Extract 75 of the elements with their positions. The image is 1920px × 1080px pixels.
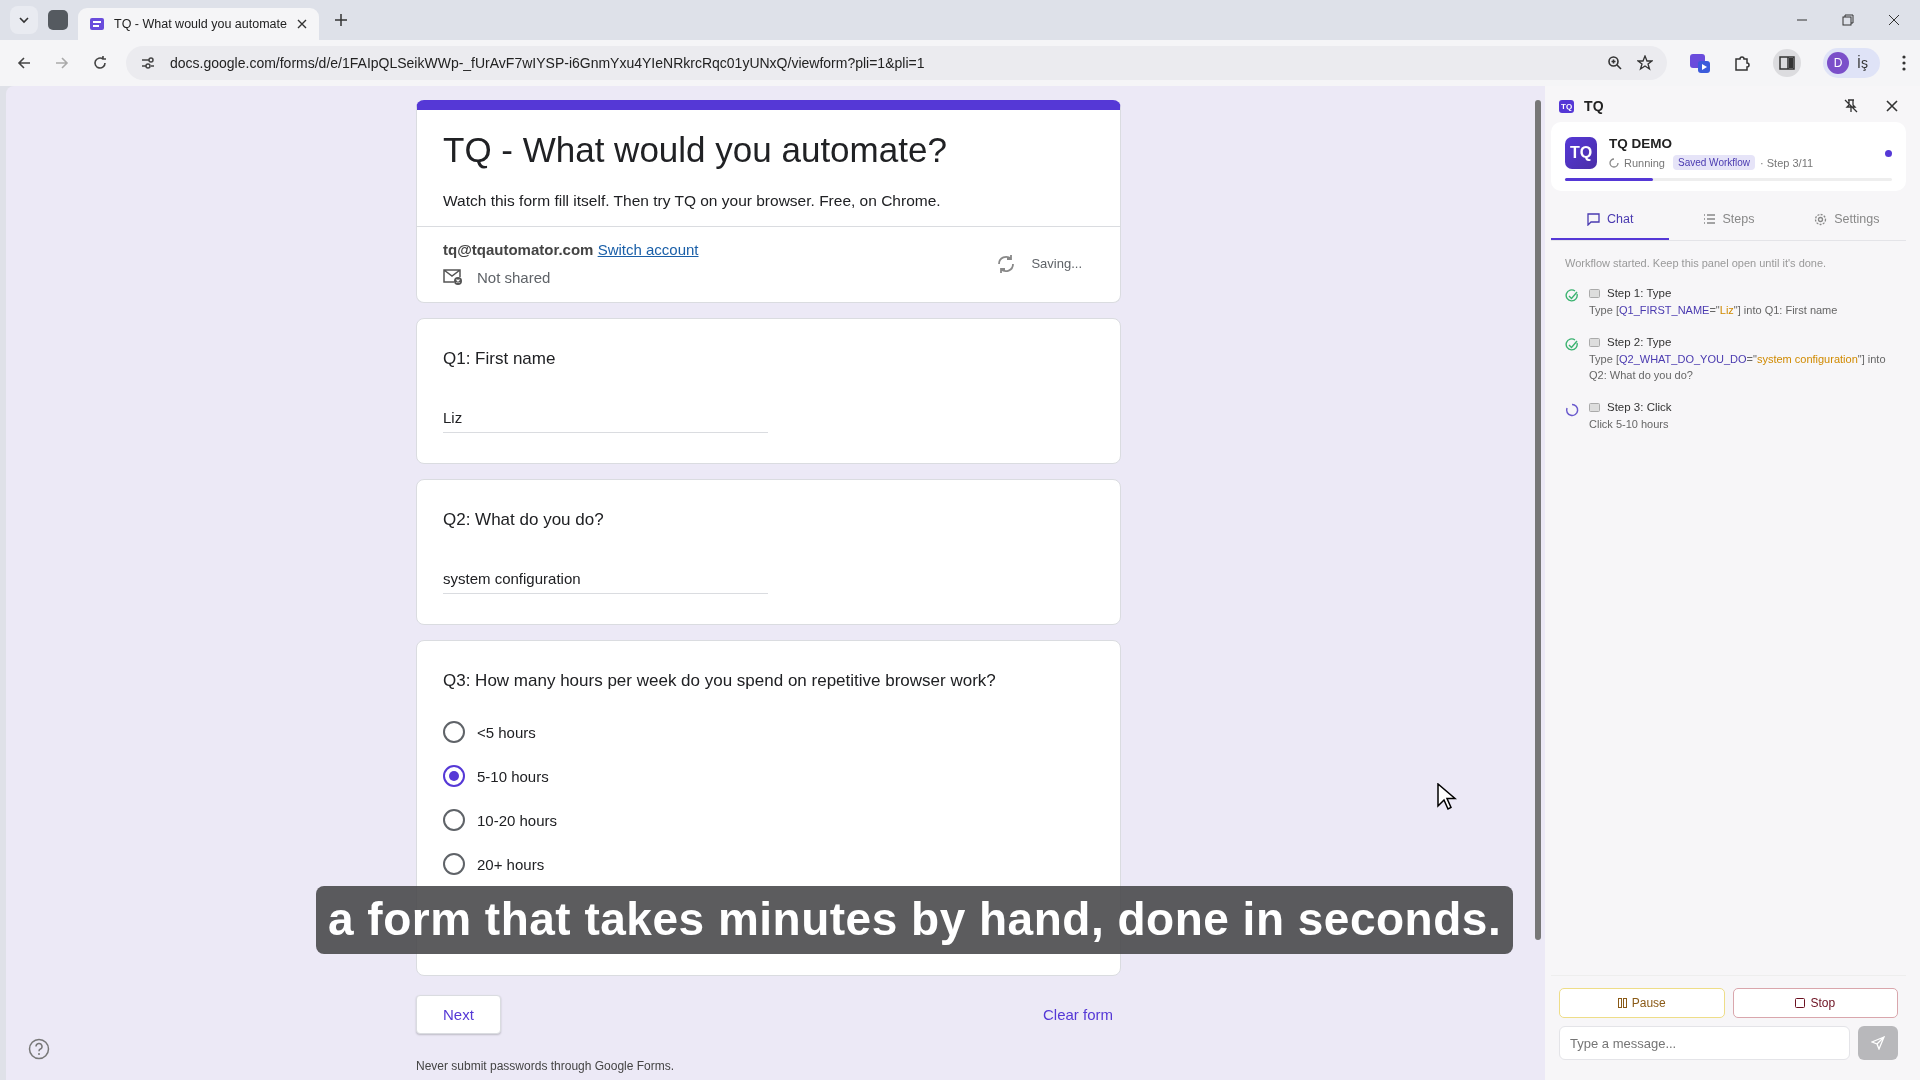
step-type-icon [1589,402,1600,412]
answer-field[interactable]: system configuration [443,570,768,594]
saved-workflow-badge: Saved Workflow [1673,155,1756,170]
help-icon[interactable] [28,1038,50,1060]
profile-chip[interactable]: D İş [1823,48,1880,78]
browser-tab[interactable]: TQ - What would you automate [78,8,319,40]
form-description: Watch this form fill itself. Then try TQ on your browser. Free, on Chrome. [443,192,942,210]
tab-search-icon[interactable] [10,6,38,34]
radio-button[interactable] [443,721,465,743]
step-title: Step 3: Click [1607,401,1672,414]
step-detail: Type [Q2_WHAT_DO_YOU_DO="system configuration"] into Q2: What do you do? [1589,352,1887,383]
option-label: 5-10 hours [477,767,549,785]
mouse-pointer-icon [1437,783,1457,811]
stop-button[interactable]: Stop [1732,988,1898,1018]
question-title: Q2: What do you do? [443,510,605,530]
radio-button[interactable] [443,853,465,875]
message-input[interactable]: Type a message... [1559,1026,1850,1060]
step-type-icon [1589,288,1600,298]
footer-note: Never submit passwords through Google Forms. [416,1059,676,1073]
switch-account-link[interactable]: Switch account [597,241,699,258]
close-icon[interactable] [1886,100,1898,112]
step-detail: Type [Q1_FIRST_NAME="Liz"] into Q1: First name [1589,303,1839,318]
form-title: TQ - What would you automate? [443,130,948,170]
zoom-icon[interactable] [1607,55,1624,71]
pause-button[interactable]: Pause [1559,988,1725,1018]
site-settings-icon[interactable] [140,55,156,71]
close-icon[interactable] [1888,14,1900,26]
next-button[interactable]: Next [416,995,501,1034]
answer-field[interactable]: Liz [443,409,768,433]
radio-button[interactable] [443,765,465,787]
status-dot [1885,149,1892,157]
question-title: Q1: First name [443,349,557,369]
forms-favicon-icon [90,18,104,30]
workflow-name: TQ DEMO [1609,136,1673,151]
tq-logo: TQ [1559,99,1575,113]
panel-title: TQ [1584,98,1604,114]
tq-logo: TQ [1565,137,1597,169]
close-tab-icon[interactable] [297,19,307,29]
send-icon [1871,1036,1885,1050]
list-icon [1702,212,1716,226]
tab-group-icon[interactable] [48,10,68,30]
settings-icon [1814,212,1828,226]
status-message: Workflow started. Keep this panel open until it's done. [1565,257,1828,269]
share-status: Not shared [477,268,551,286]
step-title: Step 1: Type [1607,287,1672,299]
option-label: 20+ hours [477,855,545,873]
pause-icon [1617,998,1627,1008]
panel-tab[interactable]: Chat [1551,199,1670,240]
spinner-icon [1609,157,1619,168]
step-detail: Click 5-10 hours [1589,417,1670,433]
caption-text: a form that takes minutes by hand, done in seconds. [316,886,1514,954]
account-email: tq@tqautomator.com [443,241,594,258]
stop-icon [1795,998,1806,1008]
side-panel-icon[interactable] [1773,49,1802,77]
step-type-icon [1589,337,1600,347]
run-status: Running [1624,156,1665,169]
clear-form-link[interactable]: Clear form [1043,1006,1113,1023]
back-icon[interactable] [16,55,32,71]
restore-icon[interactable] [1842,14,1854,26]
question-title: Q3: How many hours per week do you spend on repetitive browser work? [443,671,997,691]
mail-off-icon [443,268,463,286]
saving-status: Saving... [1031,256,1082,271]
menu-icon[interactable] [1902,55,1906,71]
step-counter: · Step 3/11 [1760,156,1814,169]
option-label: 10-20 hours [477,811,558,829]
radio-button[interactable] [443,809,465,831]
bookmark-star-icon[interactable] [1637,55,1654,71]
reload-icon[interactable] [92,55,108,71]
address-bar[interactable]: docs.google.com/forms/d/e/1FAIpQLSeikWWp-_fUrAvF7wIYSP-i6GnmYxu4YIeNRkrcRqc01yUNxQ/viewform?pli=1&pli=1 [126,46,1668,80]
chat-icon [1586,212,1600,226]
unpin-icon[interactable] [1844,99,1858,113]
puzzle-icon[interactable] [1733,54,1752,72]
extension-icon[interactable] [1689,52,1712,74]
step-title: Step 2: Type [1607,336,1672,349]
option-label: <5 hours [477,723,536,741]
